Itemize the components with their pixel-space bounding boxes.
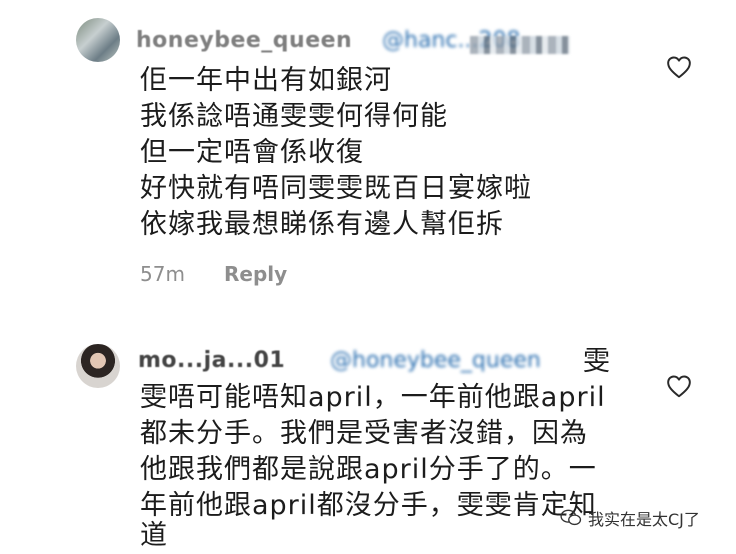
reply-button[interactable]: Reply bbox=[224, 262, 287, 286]
wechat-icon bbox=[560, 509, 582, 526]
watermark: 我实在是太CJ了 bbox=[560, 506, 700, 530]
comment-text-line: 佢一年中出有如銀河 bbox=[140, 65, 392, 96]
comment-text-line: 雯 bbox=[583, 346, 611, 377]
comment-1: honeybee_queen @hanc...208 佢一年中出有如銀河 我係諗… bbox=[0, 0, 736, 300]
comment-username[interactable]: honeybee_queen bbox=[136, 28, 352, 53]
pixelated-censor bbox=[470, 36, 570, 54]
like-heart-icon[interactable] bbox=[666, 55, 692, 79]
comment-text-line: 道 bbox=[140, 520, 168, 551]
comment-text-line: 依嫁我最想睇係有邊人幫佢拆 bbox=[140, 209, 504, 240]
comment-username[interactable]: mo...ja...01 bbox=[138, 348, 285, 373]
like-heart-icon[interactable] bbox=[666, 374, 692, 398]
comment-text-line: 雯唔可能唔知april，一年前他跟april bbox=[140, 382, 606, 413]
comment-text-line: 他跟我們都是說跟april分手了的。一 bbox=[140, 454, 597, 485]
comment-mention[interactable]: @honeybee_queen bbox=[330, 348, 541, 373]
comment-time: 57m bbox=[140, 262, 185, 286]
comment-text-line: 年前他跟april都沒分手，雯雯肯定知 bbox=[140, 490, 597, 521]
avatar[interactable] bbox=[76, 344, 120, 388]
comment-text-line: 好快就有唔同雯雯既百日宴嫁啦 bbox=[140, 173, 532, 204]
comment-text-line: 但一定唔會係收復 bbox=[140, 137, 364, 168]
comment-text-line: 都未分手。我們是受害者沒錯，因為 bbox=[140, 418, 588, 449]
comment-text-line: 我係諗唔通雯雯何得何能 bbox=[140, 101, 448, 132]
watermark-text: 我实在是太CJ了 bbox=[588, 510, 700, 529]
avatar[interactable] bbox=[76, 18, 120, 62]
